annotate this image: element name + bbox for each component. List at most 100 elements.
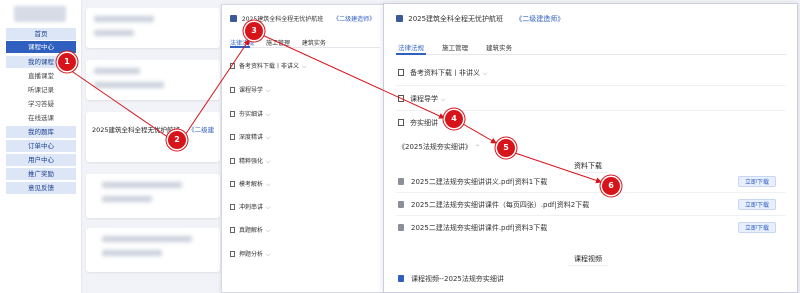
document-icon — [230, 63, 235, 69]
tab-management[interactable]: 施工管理 — [266, 40, 290, 47]
sidebar-item-rewards[interactable]: 推广奖励 — [6, 168, 76, 180]
chevron-down-icon: ⌵ — [302, 63, 307, 70]
outline-item-label: 深度精讲 — [239, 134, 264, 141]
outline-item-sprint[interactable]: 冲刺串讲 ⌵ — [230, 202, 380, 212]
course-detail-panel: 2025建筑全科全程无忧护航班 《二级建造师》 法律法规 施工管理 建筑实务 备… — [383, 3, 798, 293]
step-marker: 5 — [497, 139, 515, 157]
outline-item-label: 押题分析 — [239, 251, 264, 258]
chevron-down-icon: ⌵ — [441, 96, 446, 103]
outline-item-essence[interactable]: 精粹强化 ⌵ — [230, 156, 380, 166]
sidebar-item-live[interactable]: 直播课堂 — [6, 70, 76, 82]
sidebar-item-select-course[interactable]: 在线选课 — [6, 112, 76, 124]
step-marker: 4 — [445, 110, 463, 128]
outline-item-label: 冲刺串讲 — [239, 204, 264, 211]
sidebar-item-history[interactable]: 听课记录 — [6, 84, 76, 96]
file-name: 2025二建法规夯实细讲讲义.pdf|资料1下载 — [411, 178, 548, 186]
course-outline-panel: 2025建筑全科全程无忧护航班 《二级建造师》 法律法规 施工管理 建筑实务 备… — [221, 4, 387, 293]
book-icon — [396, 15, 403, 22]
document-icon — [398, 95, 404, 102]
document-icon — [398, 119, 404, 126]
document-icon — [230, 87, 235, 93]
subsection-link[interactable]: 《2025法规夯实细讲》 ⌃ — [398, 142, 778, 152]
section-guide[interactable]: 课程导学 ⌵ — [398, 94, 778, 104]
file-name: 2025二建法规夯实细讲课件.pdf|资料3下载 — [411, 224, 548, 232]
section-label: 备考资料下载丨非讲义 — [410, 69, 480, 77]
course-card[interactable] — [86, 112, 220, 162]
file-name: 2025二建法规夯实细讲课件（每页四张）.pdf|资料2下载 — [411, 201, 590, 209]
chevron-down-icon: ⌵ — [483, 70, 488, 77]
video-heading: 课程视频 — [568, 255, 608, 266]
document-icon — [230, 181, 235, 187]
subject-tabs: 法律法规 施工管理 建筑实务 — [398, 42, 528, 52]
outline-item-past-exams[interactable]: 真题解析 ⌵ — [230, 225, 380, 235]
download-button[interactable]: 立即下载 — [738, 176, 776, 187]
section-label: 课程导学 — [410, 95, 438, 103]
chevron-down-icon: ⌵ — [266, 227, 271, 234]
file-row: 2025二建法规夯实细讲讲义.pdf|资料1下载 — [398, 177, 778, 187]
course-tag: 《二级建造师》 — [515, 15, 565, 23]
step-marker: 2 — [168, 131, 186, 149]
sidebar-item-qa[interactable]: 学习答疑 — [6, 98, 76, 110]
file-row: 2025二建法规夯实细讲课件.pdf|资料3下载 — [398, 223, 778, 233]
sidebar-item-course-center[interactable]: 课程中心 — [6, 41, 76, 53]
tab-management[interactable]: 施工管理 — [442, 44, 468, 52]
course-card[interactable] — [86, 228, 220, 272]
chevron-down-icon: ⌵ — [266, 87, 271, 94]
book-icon — [230, 15, 237, 22]
outline-item-label: 真题解析 — [239, 227, 264, 234]
outline-item-deep[interactable]: 深度精讲 ⌵ — [230, 132, 380, 142]
course-card[interactable] — [86, 174, 220, 218]
chevron-down-icon: ⌵ — [266, 158, 271, 165]
document-icon — [230, 134, 235, 140]
step-marker: 1 — [58, 53, 76, 71]
file-icon — [398, 201, 404, 208]
step-marker: 3 — [245, 22, 263, 40]
course-tag: 《二级建造师》 — [333, 16, 376, 23]
outline-item-label: 备考资料下载丨非讲义 — [239, 63, 300, 70]
active-tab-indicator — [396, 53, 426, 55]
section-label: 夯实细讲 — [410, 119, 438, 127]
outline-item-solid[interactable]: 夯实细讲 ⌵ — [230, 109, 380, 119]
outline-item-materials[interactable]: 备考资料下载丨非讲义 ⌵ — [230, 61, 380, 71]
sidebar-item-question-bank[interactable]: 我的题库 — [6, 126, 76, 138]
sidebar-item-user-center[interactable]: 用户中心 — [6, 154, 76, 166]
tab-practice[interactable]: 建筑实务 — [302, 40, 326, 47]
course-card-tag: 《二级建 — [188, 126, 215, 134]
document-icon — [230, 158, 235, 164]
file-row: 2025二建法规夯实细讲课件（每页四张）.pdf|资料2下载 — [398, 200, 778, 210]
document-icon — [230, 251, 235, 257]
section-materials[interactable]: 备考资料下载丨非讲义 ⌵ — [398, 68, 778, 78]
file-icon — [398, 224, 404, 231]
course-card-title[interactable]: 2025建筑全科全程无忧护航班 《二级建 — [92, 124, 214, 134]
download-button[interactable]: 立即下载 — [738, 222, 776, 233]
course-card[interactable] — [86, 60, 220, 100]
logo — [14, 6, 66, 22]
downloads-heading: 资料下载 — [568, 162, 608, 173]
chevron-up-icon: ⌃ — [474, 144, 480, 151]
download-button[interactable]: 立即下载 — [738, 199, 776, 210]
outline-item-guide[interactable]: 课程导学 ⌵ — [230, 85, 380, 95]
outline-item-mock[interactable]: 模考解析 ⌵ — [230, 179, 380, 189]
chevron-down-icon: ⌵ — [266, 134, 271, 141]
file-icon — [398, 178, 404, 185]
course-header: 2025建筑全科全程无忧护航班 《二级建造师》 — [396, 14, 564, 24]
video-link-label: 课程视频--2025法规夯实细讲 — [411, 275, 504, 283]
course-card[interactable] — [86, 8, 220, 48]
sidebar-item-orders[interactable]: 订单中心 — [6, 140, 76, 152]
outline-item-predict[interactable]: 押题分析 ⌵ — [230, 249, 380, 259]
tab-practice[interactable]: 建筑实务 — [486, 44, 512, 52]
video-icon — [398, 275, 404, 282]
tab-law[interactable]: 法律法规 — [398, 44, 424, 52]
document-icon — [230, 227, 235, 233]
course-name: 2025建筑全科全程无忧护航班 — [408, 15, 504, 23]
sidebar-item-home[interactable]: 首页 — [6, 28, 76, 40]
subsection-label: 《2025法规夯实细讲》 — [398, 143, 472, 151]
sidebar-item-feedback[interactable]: 意见反馈 — [6, 182, 76, 194]
video-link[interactable]: 课程视频--2025法规夯实细讲 — [398, 274, 778, 284]
course-card-title-text[interactable]: 2025建筑全科全程无忧护航班 — [92, 126, 180, 134]
chevron-down-icon: ⌵ — [266, 111, 271, 118]
outline-item-label: 课程导学 — [239, 87, 264, 94]
outline-item-label: 模考解析 — [239, 181, 264, 188]
active-tab-indicator — [230, 46, 250, 48]
sidebar: 首页 课程中心 我的课程 直播课堂 听课记录 学习答疑 在线选课 我的题库 订单… — [0, 0, 82, 293]
